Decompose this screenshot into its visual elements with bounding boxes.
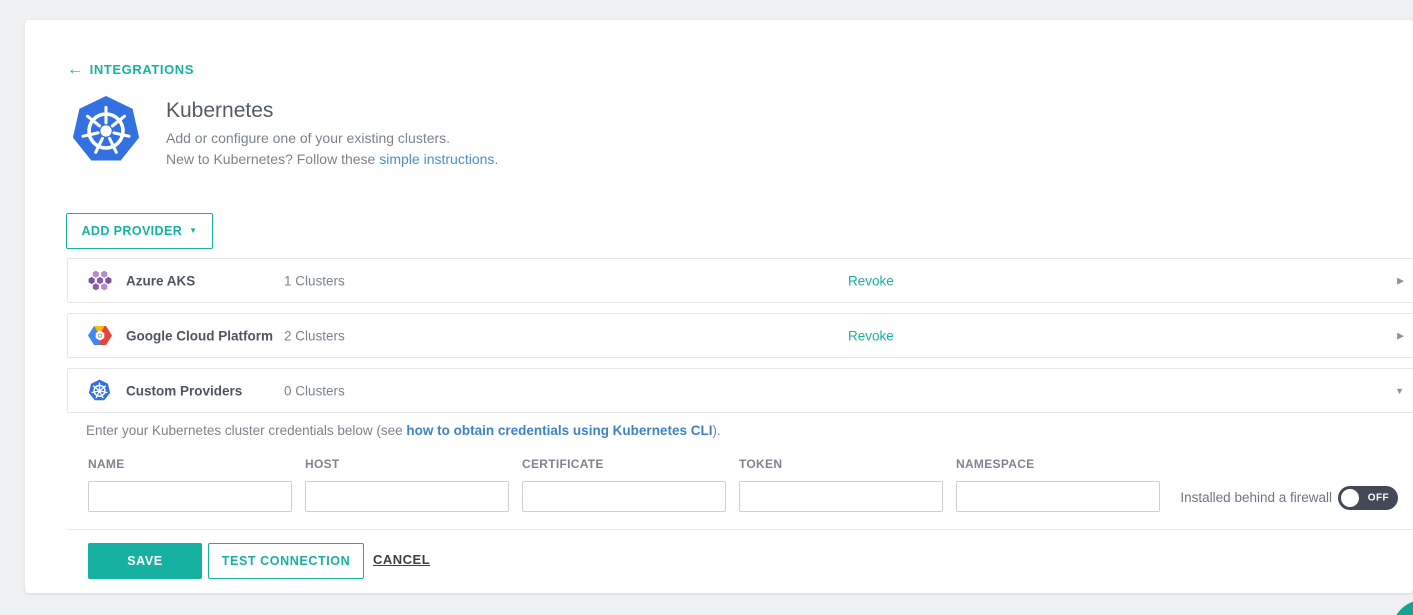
toggle-knob <box>1341 489 1359 507</box>
credentials-intro-suffix: ). <box>712 423 720 438</box>
kubernetes-icon <box>88 379 114 403</box>
revoke-link[interactable]: Revoke <box>848 273 894 288</box>
provider-row-custom-providers[interactable]: Custom Providers 0 Clusters ▼ <box>67 368 1413 413</box>
save-button[interactable]: SAVE <box>88 543 202 579</box>
provider-name: Azure AKS <box>126 273 195 288</box>
caret-down-icon: ▼ <box>189 227 197 235</box>
obtain-credentials-link[interactable]: how to obtain credentials using Kubernet… <box>406 423 712 438</box>
chevron-right-icon[interactable]: ▶ <box>1397 330 1404 341</box>
namespace-field[interactable] <box>956 481 1160 512</box>
back-arrow-icon: ← <box>67 63 84 76</box>
certificate-field[interactable] <box>522 481 726 512</box>
host-field-label: HOST <box>305 457 340 471</box>
provider-name: Google Cloud Platform <box>126 328 273 343</box>
toggle-state-label: OFF <box>1368 493 1389 504</box>
integration-card: ← INTEGRATIONS Kubernetes <box>25 20 1413 593</box>
simple-instructions-link[interactable]: simple instructions <box>379 151 494 167</box>
kubernetes-logo-icon <box>70 94 142 166</box>
token-field-label: TOKEN <box>739 457 782 471</box>
page-title: Kubernetes <box>166 99 273 123</box>
add-provider-button[interactable]: ADD PROVIDER ▼ <box>66 213 213 249</box>
test-connection-button[interactable]: TEST CONNECTION <box>208 543 364 579</box>
provider-row-google-cloud[interactable]: Google Cloud Platform 2 Clusters Revoke … <box>67 313 1413 358</box>
help-text-suffix: . <box>494 151 498 167</box>
provider-cluster-count: 2 Clusters <box>284 328 345 343</box>
token-field[interactable] <box>739 481 943 512</box>
page: ← INTEGRATIONS Kubernetes <box>0 0 1413 615</box>
back-to-integrations-link[interactable]: ← INTEGRATIONS <box>67 62 194 77</box>
name-field[interactable] <box>88 481 292 512</box>
chevron-right-icon[interactable]: ▶ <box>1397 275 1404 286</box>
page-subtitle: Add or configure one of your existing cl… <box>166 130 450 146</box>
page-help-line: New to Kubernetes? Follow these simple i… <box>166 151 498 167</box>
host-field[interactable] <box>305 481 509 512</box>
back-label: INTEGRATIONS <box>90 62 194 77</box>
credentials-intro: Enter your Kubernetes cluster credential… <box>86 423 721 438</box>
help-text: New to Kubernetes? Follow these <box>166 151 379 167</box>
provider-cluster-count: 0 Clusters <box>284 383 345 398</box>
form-divider <box>67 529 1413 530</box>
add-provider-label: ADD PROVIDER <box>82 224 183 238</box>
chat-bubble-button[interactable] <box>1392 600 1413 615</box>
provider-cluster-count: 1 Clusters <box>284 273 345 288</box>
cancel-link[interactable]: CANCEL <box>373 552 430 567</box>
firewall-label: Installed behind a firewall <box>1175 490 1332 505</box>
google-cloud-platform-icon <box>88 324 114 348</box>
provider-row-azure-aks[interactable]: Azure AKS 1 Clusters Revoke ▶ <box>67 258 1413 303</box>
azure-aks-icon <box>88 269 114 293</box>
certificate-field-label: CERTIFICATE <box>522 457 604 471</box>
revoke-link[interactable]: Revoke <box>848 328 894 343</box>
credentials-intro-text: Enter your Kubernetes cluster credential… <box>86 423 406 438</box>
chevron-down-icon[interactable]: ▼ <box>1395 386 1404 396</box>
name-field-label: NAME <box>88 457 125 471</box>
firewall-toggle[interactable]: OFF <box>1338 486 1398 510</box>
provider-name: Custom Providers <box>126 383 242 398</box>
namespace-field-label: NAMESPACE <box>956 457 1035 471</box>
